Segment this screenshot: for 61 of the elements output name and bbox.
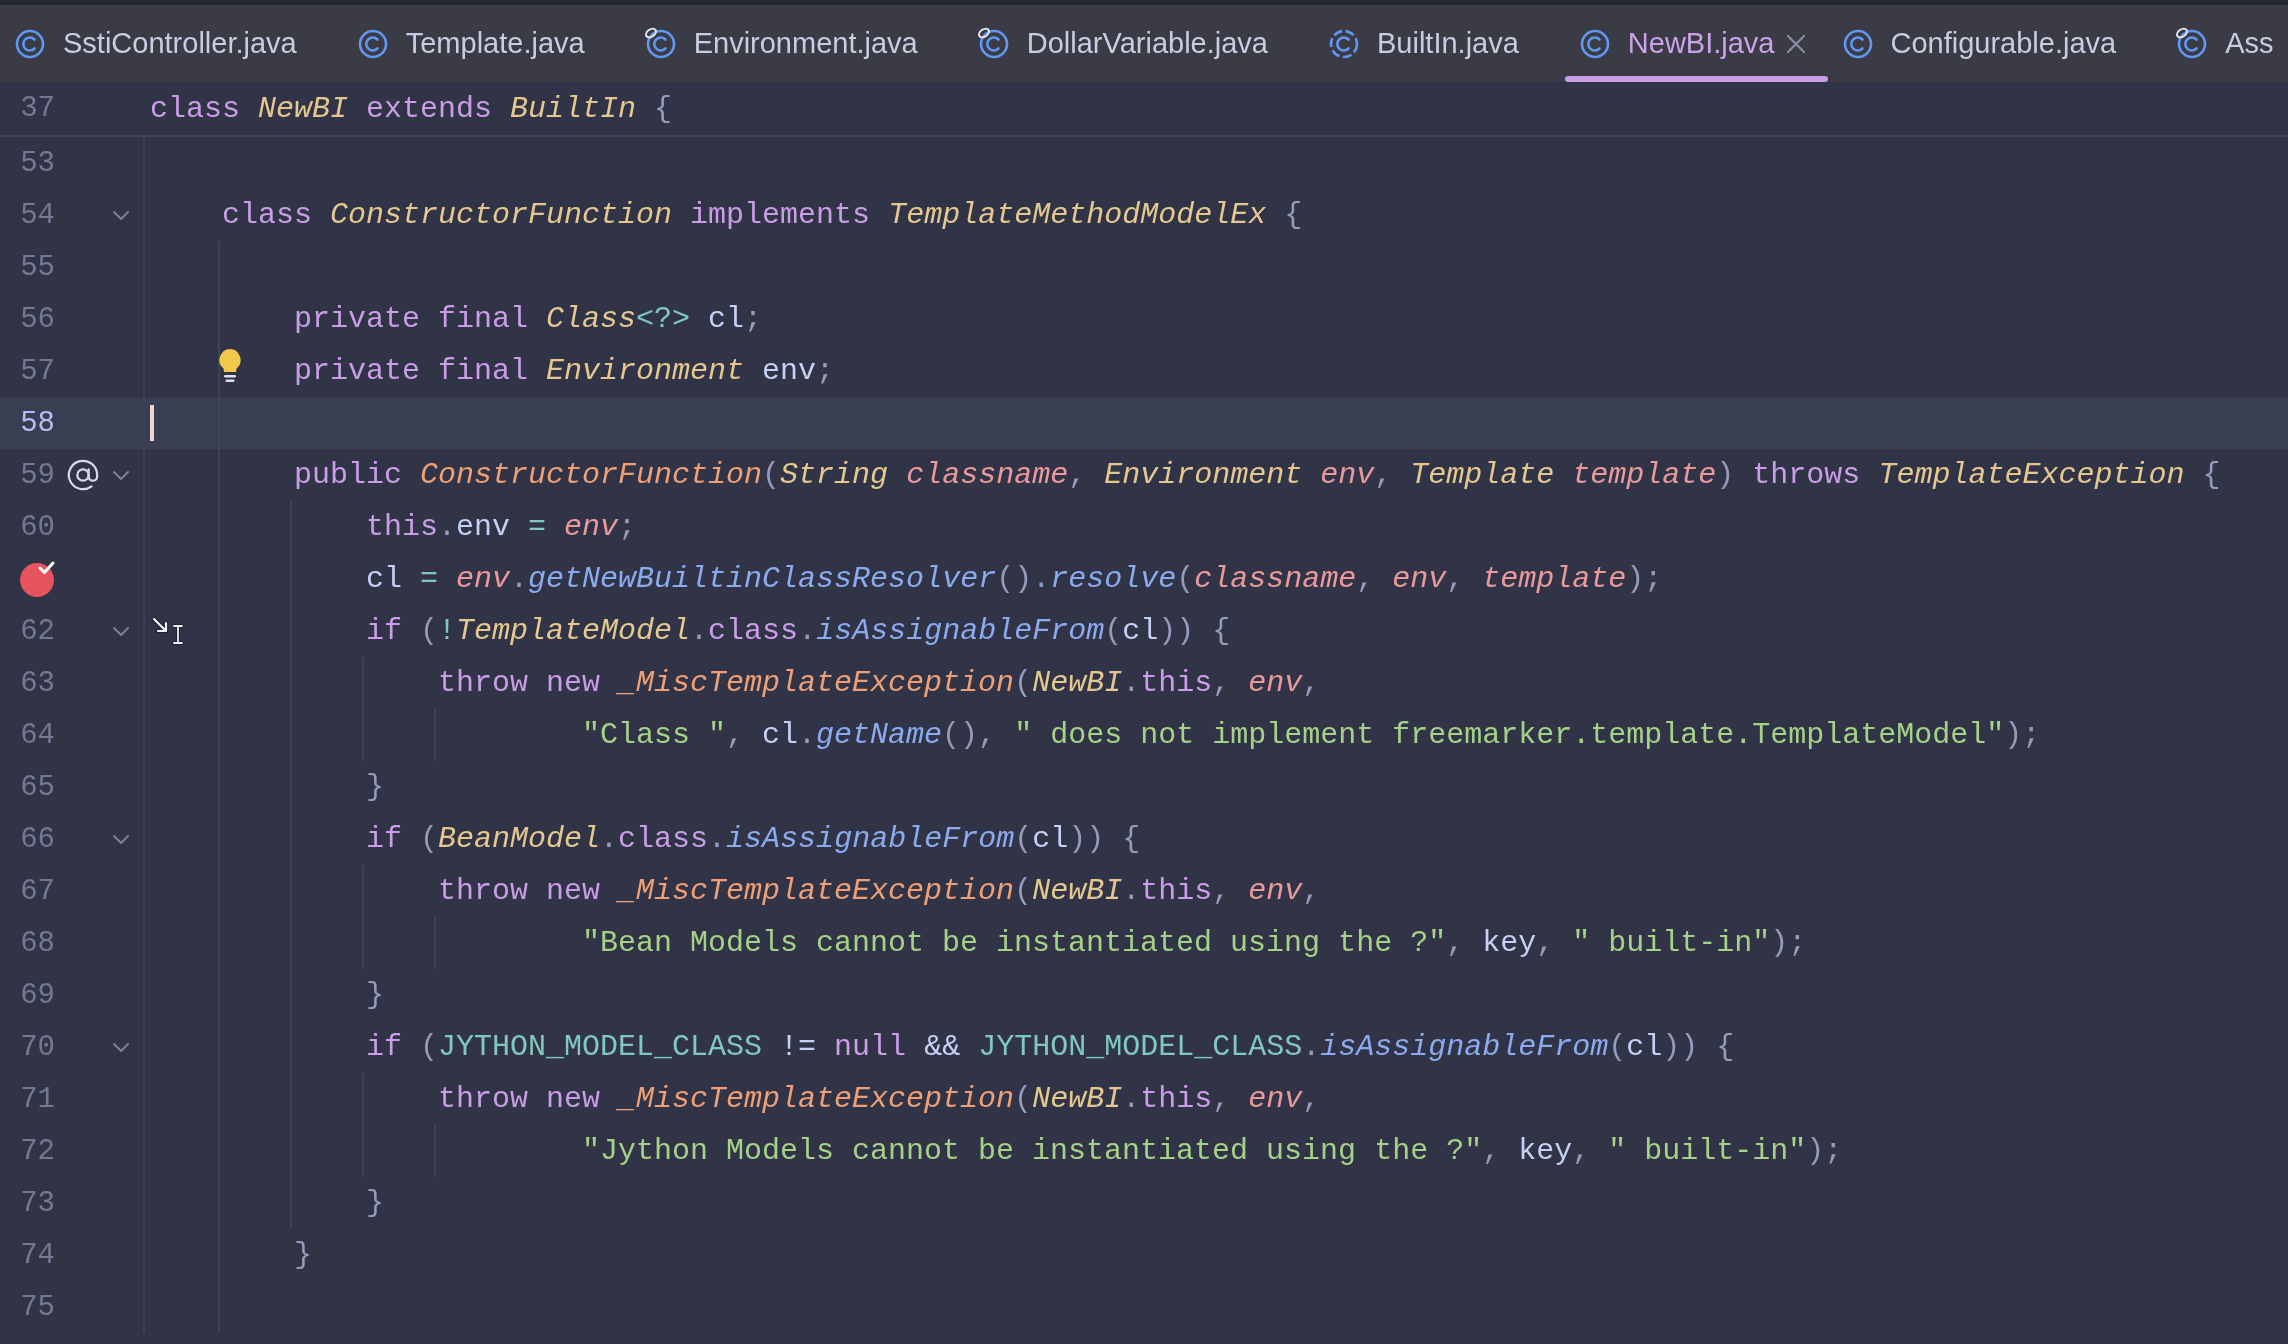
line-number: 54 <box>20 200 55 230</box>
code-line: if (JYTHON_MODEL_CLASS != null && JYTHON_MODEL_CLASS.isAssignableFrom(cl)) { <box>366 1032 1735 1062</box>
line-number: 69 <box>20 980 55 1010</box>
code-line: "Class ", cl.getName(), " does not implement freemarker.template.TemplateModel"); <box>582 720 2041 750</box>
line-number: 65 <box>20 772 55 802</box>
line-number: 58 <box>20 408 55 438</box>
code-line: } <box>366 1188 384 1218</box>
line-number: 59 <box>20 460 55 490</box>
line-number: 70 <box>20 1032 55 1062</box>
code-line: throw new _MiscTemplateException(NewBI.this, env, <box>438 1084 1321 1114</box>
line-number: 62 <box>20 616 55 646</box>
editor-tab[interactable]: Ass <box>2162 5 2274 82</box>
at-sign-icon[interactable] <box>66 458 100 492</box>
line-number: 55 <box>20 252 55 282</box>
code-line: public ConstructorFunction(String classname, Environment env, Template template) throws TemplateException { <box>294 460 2221 490</box>
code-line: throw new _MiscTemplateException(NewBI.this, env, <box>438 668 1321 698</box>
line-number: 66 <box>20 824 55 854</box>
code-line: if (!TemplateModel.class.isAssignableFrom(cl)) { <box>366 616 1231 646</box>
line-number: 64 <box>20 720 55 750</box>
line-number: 56 <box>20 304 55 334</box>
line-number: 57 <box>20 356 55 386</box>
code-line: class ConstructorFunction implements TemplateMethodModelEx { <box>222 200 1303 230</box>
code-line: "Jython Models cannot be instantiated using the ?", key, " built-in"); <box>582 1136 1843 1166</box>
line-number: 63 <box>20 668 55 698</box>
code-line: this.env = env; <box>366 512 637 542</box>
editor-tab[interactable]: BuiltIn.java <box>1313 5 1565 82</box>
editor-tab[interactable]: Environment.java <box>630 5 964 82</box>
line-number: 37 <box>20 94 55 123</box>
line-number: 67 <box>20 876 55 906</box>
code-line: "Bean Models cannot be instantiated using the ?", key, " built-in"); <box>582 928 1807 958</box>
chevron-down-icon[interactable] <box>112 469 130 481</box>
editor-tab[interactable]: Configurable.java <box>1827 5 2163 82</box>
line-number: 53 <box>20 148 55 178</box>
editor-tab[interactable]: Template.java <box>342 5 631 82</box>
chevron-down-icon[interactable] <box>112 625 130 637</box>
editor-tab[interactable]: DollarVariable.java <box>963 5 1314 82</box>
code-line: if (BeanModel.class.isAssignableFrom(cl)) { <box>366 824 1141 854</box>
code-line: } <box>294 1240 312 1270</box>
line-number: 73 <box>20 1188 55 1218</box>
line-number: 75 <box>20 1292 55 1322</box>
code-line: } <box>366 980 384 1010</box>
code-line: } <box>366 772 384 802</box>
line-number: 60 <box>20 512 55 542</box>
chevron-down-icon[interactable] <box>112 833 130 845</box>
editor-tab[interactable]: NewBI.java <box>1564 5 1828 82</box>
line-number: 68 <box>20 928 55 958</box>
code-line: throw new _MiscTemplateException(NewBI.this, env, <box>438 876 1321 906</box>
code-line: private final Environment env; <box>294 356 835 386</box>
code-line: private final Class<?> cl; <box>294 304 763 334</box>
chevron-down-icon[interactable] <box>112 209 130 221</box>
editor-tab[interactable]: SstiController.java <box>0 5 343 82</box>
line-number: 74 <box>20 1240 55 1270</box>
close-icon[interactable] <box>1784 32 1807 55</box>
line-number: 71 <box>20 1084 55 1114</box>
breakpoint-icon[interactable] <box>19 560 57 598</box>
code-line: class NewBI extends BuiltIn { <box>150 93 673 124</box>
text-caret <box>150 405 154 441</box>
lightbulb-icon[interactable] <box>218 348 242 384</box>
line-number: 72 <box>20 1136 55 1166</box>
chevron-down-icon[interactable] <box>112 1041 130 1053</box>
code-line: cl = env.getNewBuiltinClassResolver().resolve(classname, env, template); <box>366 564 1663 594</box>
